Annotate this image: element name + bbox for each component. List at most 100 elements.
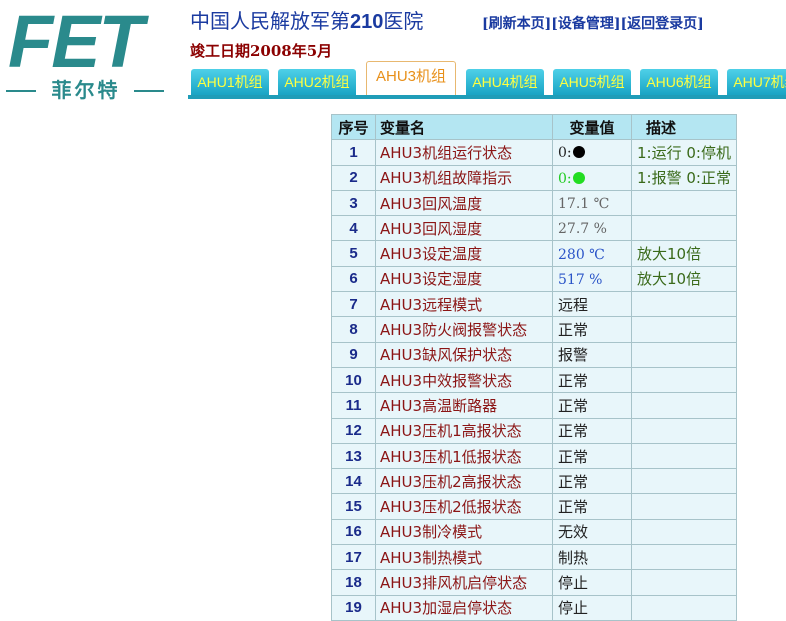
variable-name: AHU3压机1低报状态: [375, 442, 553, 470]
variable-value: 正常: [552, 493, 632, 520]
variable-value: 远程: [552, 291, 632, 318]
col-header-name: 变量名: [375, 113, 553, 141]
variable-description: [631, 189, 737, 217]
variable-description: [631, 215, 737, 242]
variable-name: AHU3高温断路器: [375, 392, 553, 419]
company-logo: FET 菲尔特: [0, 0, 180, 110]
tab-ahu6[interactable]: AHU6机组: [640, 69, 718, 95]
row-number: 3: [331, 189, 376, 217]
variable-description: [631, 594, 737, 621]
value-text: 正常: [558, 498, 589, 517]
row-number: 9: [331, 341, 376, 368]
refresh-page-link[interactable]: [刷新本页]: [482, 16, 551, 32]
row-number: 17: [331, 544, 376, 571]
variable-description: 1:报警 0:正常: [631, 164, 737, 191]
table-row: 16 AHU3制冷模式 无效: [331, 518, 737, 546]
variable-name: AHU3排风机启停状态: [375, 569, 553, 596]
col-header-no: 序号: [331, 113, 376, 141]
row-number: 11: [331, 392, 376, 419]
value-text: 正常: [558, 447, 589, 466]
tab-ahu7[interactable]: AHU7机组: [727, 69, 786, 95]
tab-ahu3[interactable]: AHU3机组: [366, 61, 456, 96]
row-number: 19: [331, 594, 376, 621]
variable-description: [631, 468, 737, 495]
device-management-link[interactable]: [设备管理]: [551, 16, 620, 32]
variable-description: [631, 442, 737, 470]
variable-value: 27.7 %: [552, 215, 632, 242]
table-row: 19 AHU3加湿启停状态 停止: [331, 594, 737, 621]
variable-description: [631, 493, 737, 520]
row-number: 10: [331, 366, 376, 394]
variable-value: 报警: [552, 341, 632, 368]
tab-ahu1[interactable]: AHU1机组: [191, 69, 269, 95]
variable-value: 正常: [552, 417, 632, 444]
value-text: 280 ℃: [558, 246, 605, 263]
value-text: 正常: [558, 321, 589, 340]
table-row: 11 AHU3高温断路器 正常: [331, 392, 737, 419]
row-number: 7: [331, 291, 376, 318]
variable-name: AHU3设定温度: [375, 240, 553, 267]
return-login-link[interactable]: [返回登录页]: [621, 16, 704, 32]
table-row: 7 AHU3远程模式 远程: [331, 291, 737, 318]
tab-underline: [188, 95, 786, 99]
value-text: 正常: [558, 422, 589, 441]
value-text: 报警: [558, 346, 589, 365]
variable-name: AHU3压机2低报状态: [375, 493, 553, 520]
variable-description: [631, 544, 737, 571]
value-text: 正常: [558, 371, 589, 390]
value-text: 无效: [558, 523, 589, 542]
variable-name: AHU3制热模式: [375, 544, 553, 571]
variable-description: 1:运行 0:停机: [631, 139, 737, 166]
header-links: [刷新本页][设备管理][返回登录页]: [482, 13, 704, 33]
row-number: 1: [331, 139, 376, 166]
variable-description: 放大10倍: [631, 240, 737, 267]
completion-date: 竣工日期2008年5月: [190, 42, 333, 60]
value-text: 停止: [558, 573, 589, 592]
variable-description: [631, 392, 737, 419]
variable-name: AHU3压机1高报状态: [375, 417, 553, 444]
variable-name: AHU3远程模式: [375, 291, 553, 318]
variable-description: [631, 569, 737, 596]
tab-ahu5[interactable]: AHU5机组: [553, 69, 631, 95]
table-row: 13 AHU3压机1低报状态 正常: [331, 442, 737, 470]
table-row: 10 AHU3中效报警状态 正常: [331, 366, 737, 394]
row-number: 4: [331, 215, 376, 242]
tab-ahu4[interactable]: AHU4机组: [466, 69, 544, 95]
tab-ahu2[interactable]: AHU2机组: [278, 69, 356, 95]
value-text: 正常: [558, 396, 589, 415]
col-header-value: 变量值: [552, 113, 632, 141]
variable-description: [631, 341, 737, 368]
table-header-row: 序号 变量名 变量值 描述: [331, 113, 737, 141]
variable-value: 正常: [552, 366, 632, 394]
variable-name: AHU3中效报警状态: [375, 366, 553, 394]
variable-value: 无效: [552, 518, 632, 546]
value-text: 远程: [558, 295, 589, 314]
table-row: 14 AHU3压机2高报状态 正常: [331, 468, 737, 495]
value-text: 27.7 %: [558, 221, 607, 238]
variable-value: 停止: [552, 569, 632, 596]
logo-divider-left: [6, 90, 36, 92]
row-number: 5: [331, 240, 376, 267]
variable-name: AHU3加湿启停状态: [375, 594, 553, 621]
variable-value: 正常: [552, 468, 632, 495]
value-text: 17.1 ℃: [558, 196, 610, 213]
value-prefix: 0:: [558, 145, 572, 162]
table-row: 5 AHU3设定温度 280 ℃ 放大10倍: [331, 240, 737, 267]
logo-divider-right: [134, 90, 164, 92]
value-text: 制热: [558, 548, 589, 567]
variable-name: AHU3制冷模式: [375, 518, 553, 546]
variable-value: 17.1 ℃: [552, 189, 632, 217]
variable-value: 0:: [552, 139, 632, 166]
variable-description: [631, 417, 737, 444]
variable-value: 正常: [552, 442, 632, 470]
variable-name: AHU3防火阀报警状态: [375, 316, 553, 343]
table-row: 12 AHU3压机1高报状态 正常: [331, 417, 737, 444]
variable-description: [631, 518, 737, 546]
table-row: 1 AHU3机组运行状态 0: 1:运行 0:停机: [331, 139, 737, 166]
variable-name: AHU3机组运行状态: [375, 139, 553, 166]
variable-value: 517 %: [552, 265, 632, 293]
variable-description: [631, 316, 737, 343]
table-row: 3 AHU3回风温度 17.1 ℃: [331, 189, 737, 217]
variable-value: 正常: [552, 392, 632, 419]
variable-description: 放大10倍: [631, 265, 737, 293]
